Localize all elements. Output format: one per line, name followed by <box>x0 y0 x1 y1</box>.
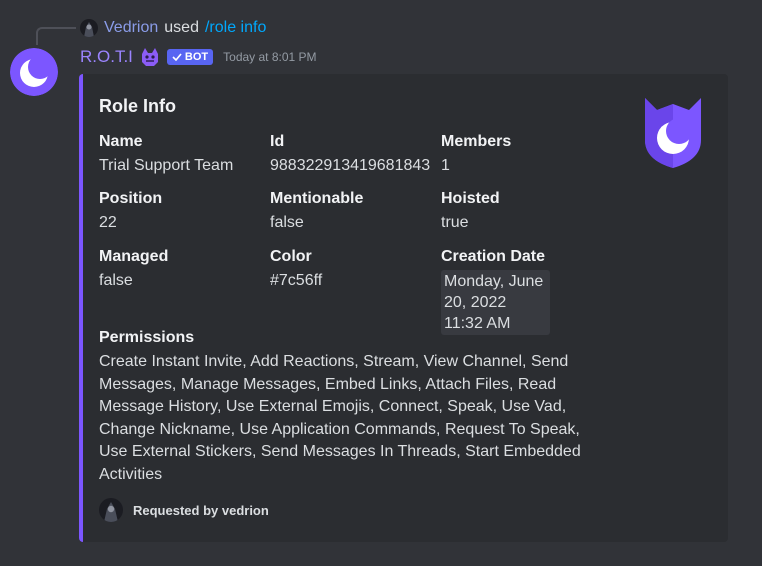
timestamp-value[interactable]: Monday, June 20, 2022 11:32 AM <box>441 270 550 335</box>
field-value: Trial Support Team <box>99 157 234 174</box>
reply-username[interactable]: Vedrion <box>104 19 158 37</box>
user-avatar-small[interactable] <box>80 19 98 37</box>
message-timestamp[interactable]: Today at 8:01 PM <box>223 50 316 64</box>
field-label: Members <box>441 133 512 150</box>
field-position: Position 22 <box>99 189 269 234</box>
shield-moon-thumbnail-icon[interactable] <box>641 94 705 170</box>
field-value: 1 <box>441 157 450 174</box>
field-creation-date: Creation Date Monday, June 20, 2022 11:3… <box>441 247 611 335</box>
field-value: false <box>270 214 304 231</box>
field-mentionable: Mentionable false <box>270 189 440 234</box>
bot-avatar[interactable] <box>10 48 58 96</box>
field-label: Managed <box>99 248 169 265</box>
footer-avatar <box>99 498 123 522</box>
field-label: Name <box>99 133 143 150</box>
field-value: 22 <box>99 214 117 231</box>
field-id: Id 988322913419681843 <box>270 132 440 177</box>
embed-footer: Requested by vedrion <box>99 498 269 522</box>
checkmark-icon <box>172 53 182 61</box>
purple-creature-emoji <box>139 46 161 68</box>
moon-avatar-icon <box>10 48 58 96</box>
role-info-embed: Role Info Name Trial Support Team Id 988… <box>79 74 728 542</box>
field-name: Name Trial Support Team <box>99 132 269 177</box>
field-hoisted: Hoisted true <box>441 189 611 234</box>
field-label: Creation Date <box>441 248 546 265</box>
field-value: Create Instant Invite, Add Reactions, St… <box>99 353 581 483</box>
field-value: #7c56ff <box>270 272 323 289</box>
field-label: Hoisted <box>441 190 500 207</box>
field-value: 988322913419681843 <box>270 157 431 174</box>
bot-username[interactable]: R.O.T.I <box>80 47 133 67</box>
field-color: Color #7c56ff <box>270 247 440 292</box>
field-managed: Managed false <box>99 247 269 292</box>
field-label: Position <box>99 190 163 207</box>
field-value: true <box>441 214 469 231</box>
field-permissions: Permissions Create Instant Invite, Add R… <box>99 328 599 486</box>
field-label: Id <box>270 133 285 150</box>
field-label: Color <box>270 248 312 265</box>
reply-connector-line <box>36 27 76 45</box>
bot-badge: BOT <box>166 49 214 65</box>
field-members: Members 1 <box>441 132 611 177</box>
embed-title: Role Info <box>99 96 176 116</box>
bot-badge-label: BOT <box>184 51 209 63</box>
field-label: Permissions <box>99 329 195 346</box>
reply-context: Vedrion used /role info <box>80 18 266 38</box>
reply-used-text: used <box>164 19 199 36</box>
field-label: Mentionable <box>270 190 364 207</box>
field-value: false <box>99 272 133 289</box>
footer-text: Requested by vedrion <box>133 502 269 518</box>
message-header: R.O.T.I BOT Today at 8:01 PM <box>80 44 317 70</box>
reply-command[interactable]: /role info <box>205 19 266 37</box>
